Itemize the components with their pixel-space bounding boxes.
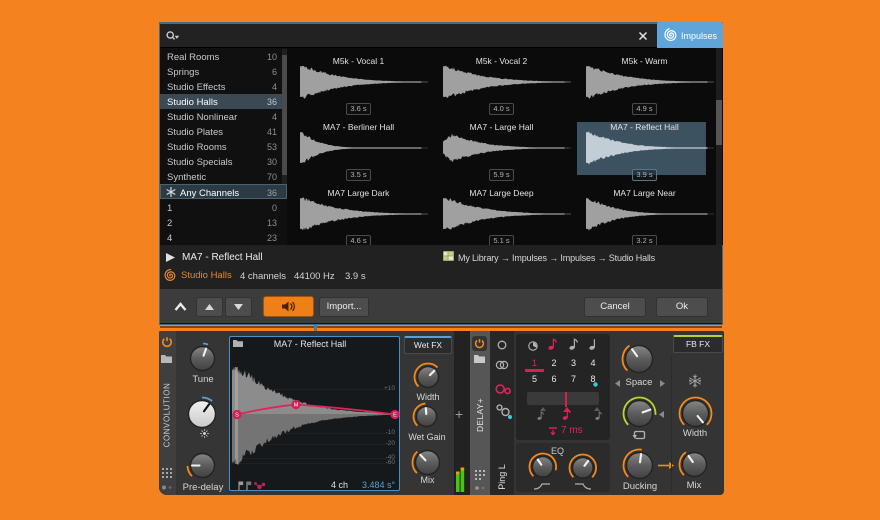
svg-text:S: S [235, 413, 239, 419]
svg-text:M: M [294, 403, 299, 409]
svg-text:E: E [393, 413, 397, 419]
